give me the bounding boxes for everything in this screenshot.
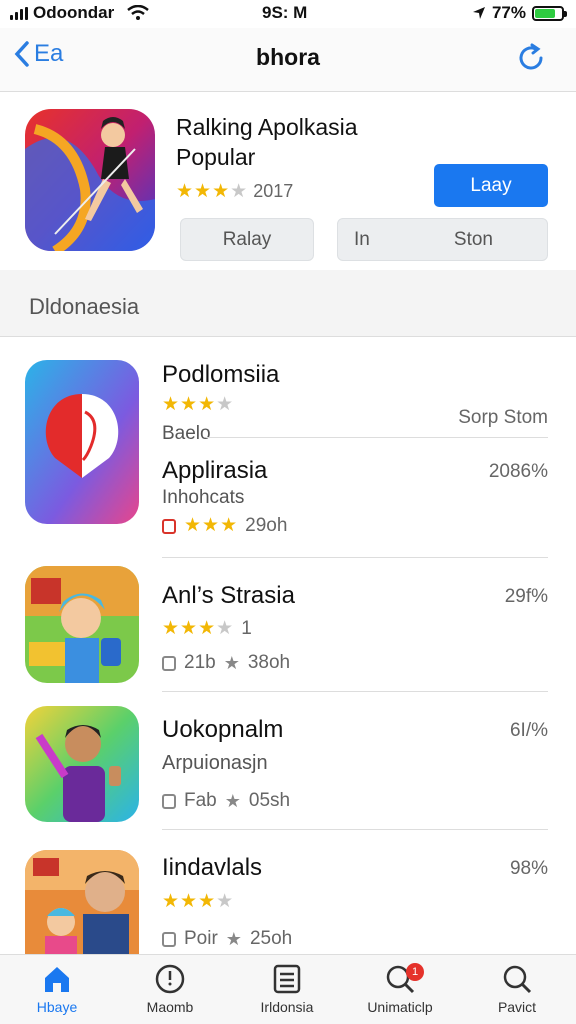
star-icon: ★ [223, 652, 240, 673]
app-name: Anl’s Strasia [162, 582, 295, 609]
notification-badge: 1 [406, 963, 424, 981]
featured-title: Ralking Apolkasia Popular [176, 114, 358, 170]
rating-count: 29oh [245, 515, 288, 536]
app-store-screen: { "status_bar": {"carrier": "Odoondar", … [0, 0, 576, 1024]
carrier: Odoondar [10, 3, 149, 23]
tab-label: Hbaye [36, 999, 78, 1015]
app-meta: 21b ★ 38oh [162, 652, 290, 674]
tab-maomb[interactable]: Maomb [120, 955, 220, 1024]
battery-percent: 77% [491, 3, 526, 22]
section-header: Dldonaesia [0, 270, 576, 337]
segment-left-button[interactable]: Ralay [180, 218, 314, 261]
app-size: 21b [184, 652, 216, 673]
lock-icon [162, 931, 176, 947]
list-icon [273, 964, 301, 994]
lock-icon [162, 655, 176, 671]
app-size: Fab [184, 790, 217, 811]
star-icon: ★ [225, 928, 242, 949]
list-item[interactable]: Podlomsiia ★ ★ ★ ★ Baelo Sorp Stom Appliras… [0, 337, 576, 558]
tab-bar: Hbaye Maomb Irldonsia 1 Unimaticlp Pavic… [0, 954, 576, 1024]
star-icon: ★ [224, 790, 241, 811]
tab-label: Irldonsia [260, 999, 314, 1015]
app-right-text: Sorp Stom [458, 407, 548, 428]
list-item[interactable]: Uokopnalm 6I/% Arpuionasjn Fab ★ 05sh [0, 692, 576, 830]
app-name: Uokopnalm [162, 716, 284, 743]
app-meta: Poir ★ 25oh [162, 928, 292, 950]
app-icon [25, 360, 139, 524]
app-name: Iindavlals [162, 854, 263, 881]
featured-app-icon[interactable] [25, 109, 155, 251]
clock-icon [155, 964, 185, 994]
app-rating: ★ ★ ★ ★ 1 [162, 618, 252, 640]
rating-count: 05sh [248, 790, 291, 811]
search-icon [503, 965, 532, 994]
tab-irldonsia[interactable]: Irldonsia [237, 955, 337, 1024]
rating-tail: 1 [241, 618, 252, 639]
segment-left-label: Ralay [222, 228, 272, 250]
tab-pavict[interactable]: Pavict [467, 955, 567, 1024]
app-rating: ★ ★ ★ ★ [162, 892, 233, 912]
app-icon [25, 566, 139, 683]
app-icon [25, 706, 139, 822]
app-rating: ★ ★ ★ ★ [162, 395, 233, 415]
rating-count: 38oh [247, 652, 291, 673]
rating-stars: ★ ★ ★ ★ [162, 394, 234, 415]
page-title: bhora [256, 44, 320, 70]
carrier-name: Odoondar [33, 3, 115, 22]
tab-label: Unimaticlp [367, 999, 433, 1015]
status-right: 77% [472, 3, 567, 23]
app-percent: 6I/% [509, 720, 548, 741]
app-subtitle: Arpuionasjn [162, 752, 268, 774]
list-item[interactable]: Anl’s Strasia 29f% ★ ★ ★ ★ 1 21b ★ 38oh [0, 558, 576, 692]
list-item[interactable]: Iindavlals 98% ★ ★ ★ ★ Poir ★ 25oh [0, 830, 576, 954]
app-name: Applirasia [162, 457, 268, 484]
rating-stars: ★ ★ ★ [184, 515, 238, 536]
tab-label: Maomb [146, 999, 194, 1015]
tab-label: Pavict [497, 999, 537, 1015]
app-meta: Fab ★ 05sh [162, 790, 290, 812]
lock-icon [162, 793, 176, 809]
tab-home[interactable]: Hbaye [7, 955, 107, 1024]
app-name: Podlomsiia [162, 361, 280, 388]
battery-icon [532, 5, 567, 21]
rating-stars: ★ ★ ★ ★ [162, 891, 234, 912]
tab-unimaticlp[interactable]: 1 Unimaticlp [350, 955, 450, 1024]
app-percent: 2086% [488, 461, 548, 482]
signal-icon [10, 6, 28, 20]
app-subtitle: Inhohcats [162, 487, 245, 508]
lock-icon [162, 518, 176, 534]
rating-count: 2017 [253, 181, 294, 201]
app-percent: 98% [509, 858, 548, 879]
app-rating: ★ ★ ★ 29oh [162, 515, 287, 537]
rating-count: 25oh [249, 928, 293, 949]
app-size: Poir [184, 928, 218, 949]
segment-right-label-a: In [354, 228, 370, 250]
wifi-icon [127, 5, 149, 20]
get-button[interactable]: Laay [434, 164, 548, 207]
segment-right-button[interactable]: In Ston [337, 218, 548, 261]
location-icon [472, 7, 485, 19]
rating-stars: ★ ★ ★ ★ [176, 180, 248, 202]
featured-rating: ★ ★ ★ ★ 2017 [176, 181, 293, 202]
app-percent: 29f% [504, 586, 548, 607]
rating-stars: ★ ★ ★ ★ [162, 618, 234, 639]
app-subtitle: Baelo [162, 423, 211, 444]
status-bar: Odoondar 9S: M 77% [0, 0, 576, 28]
featured-app: Ralking Apolkasia Popular ★ ★ ★ ★ 2017 Laay… [0, 92, 576, 270]
divider [206, 437, 548, 438]
app-icon [25, 850, 139, 954]
segment-right-label-b: Ston [453, 228, 493, 250]
nav-bar: Ea bhora [0, 28, 576, 92]
refresh-icon[interactable] [516, 42, 548, 74]
section-title: Dldonaesia [29, 294, 140, 319]
clock: 9S: M [262, 3, 308, 22]
home-icon [45, 967, 69, 992]
